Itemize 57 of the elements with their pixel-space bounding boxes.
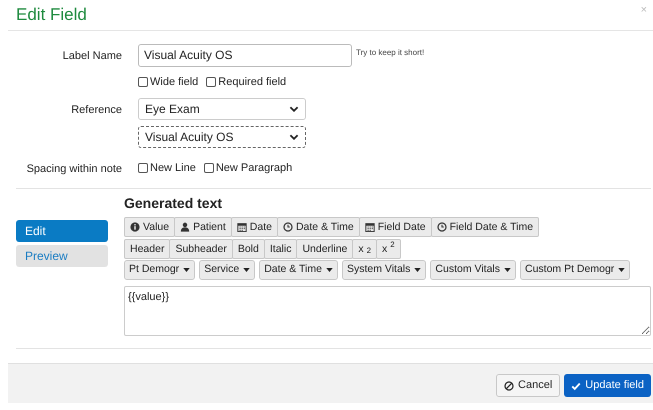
dropdown-button[interactable]: System Vitals — [342, 260, 426, 280]
user-icon — [180, 222, 190, 232]
insert-button[interactable]: Date — [230, 217, 278, 237]
checkbox-label: New Line — [150, 161, 196, 175]
dropdown-button[interactable]: Custom Vitals — [430, 260, 516, 280]
checkbox[interactable] — [138, 77, 148, 87]
ban-icon — [504, 380, 514, 390]
format-button[interactable]: Bold — [232, 239, 265, 259]
format-button[interactable]: Subheader — [169, 239, 233, 259]
caret-icon — [618, 268, 626, 272]
caret-icon — [326, 268, 333, 272]
label-name-input[interactable]: Visual Acuity OS — [138, 44, 352, 66]
check-icon — [571, 380, 582, 390]
format-button[interactable]: x$^{2}$ — [376, 239, 401, 259]
section-heading: Generated text — [124, 195, 224, 211]
update-button[interactable]: Update field — [564, 374, 651, 397]
dropdown-select[interactable]: Eye Exam — [138, 98, 306, 120]
insert-button[interactable]: Field Date — [358, 217, 432, 237]
insert-button[interactable]: Value — [124, 217, 176, 237]
info-icon — [130, 222, 140, 232]
chevron-down-icon — [289, 134, 299, 140]
caret-icon — [414, 268, 422, 272]
checkbox-label: Wide field — [150, 75, 198, 89]
checkbox[interactable] — [204, 163, 214, 173]
select-value: Visual Acuity OS — [145, 129, 234, 146]
format-button[interactable]: Underline — [296, 239, 354, 259]
format-button[interactable]: Italic — [264, 239, 298, 259]
field-label: Label Name — [62, 50, 122, 62]
dialog-title: Edit Field — [16, 5, 87, 25]
clock-icon — [436, 222, 447, 232]
dropdown-select[interactable]: Visual Acuity OS — [138, 126, 306, 148]
hint-text: Try to keep it short! — [356, 46, 424, 58]
dropdown-button[interactable]: Custom Pt Demogr — [520, 260, 630, 280]
cancel-button[interactable]: Cancel — [496, 374, 560, 397]
format-button[interactable]: Header — [124, 239, 170, 259]
caret-icon — [243, 268, 250, 272]
dropdown-button[interactable]: Pt Demogr — [124, 260, 196, 280]
insert-button[interactable]: Patient — [174, 217, 232, 237]
dropdown-button[interactable]: Service — [199, 260, 256, 280]
caret-icon — [504, 268, 511, 272]
clock-icon — [282, 222, 293, 232]
tab[interactable]: Edit — [16, 220, 108, 242]
calendar-icon — [236, 222, 247, 232]
select-value: Eye Exam — [145, 101, 200, 118]
insert-button[interactable]: Field Date & Time — [430, 217, 540, 237]
checkbox[interactable] — [206, 77, 216, 87]
insert-button[interactable]: Date & Time — [276, 217, 360, 237]
field-label: Spacing within note — [26, 163, 122, 175]
checkbox[interactable] — [138, 163, 148, 173]
chevron-down-icon — [289, 106, 299, 112]
field-label: Reference — [71, 104, 122, 116]
calendar-icon — [364, 222, 375, 232]
checkbox-label: Required field — [218, 75, 286, 89]
dropdown-button[interactable]: Date & Time — [259, 260, 338, 280]
caret-icon — [183, 268, 190, 272]
text-area[interactable]: {{value}} — [124, 286, 651, 336]
checkbox-label: New Paragraph — [216, 161, 292, 175]
